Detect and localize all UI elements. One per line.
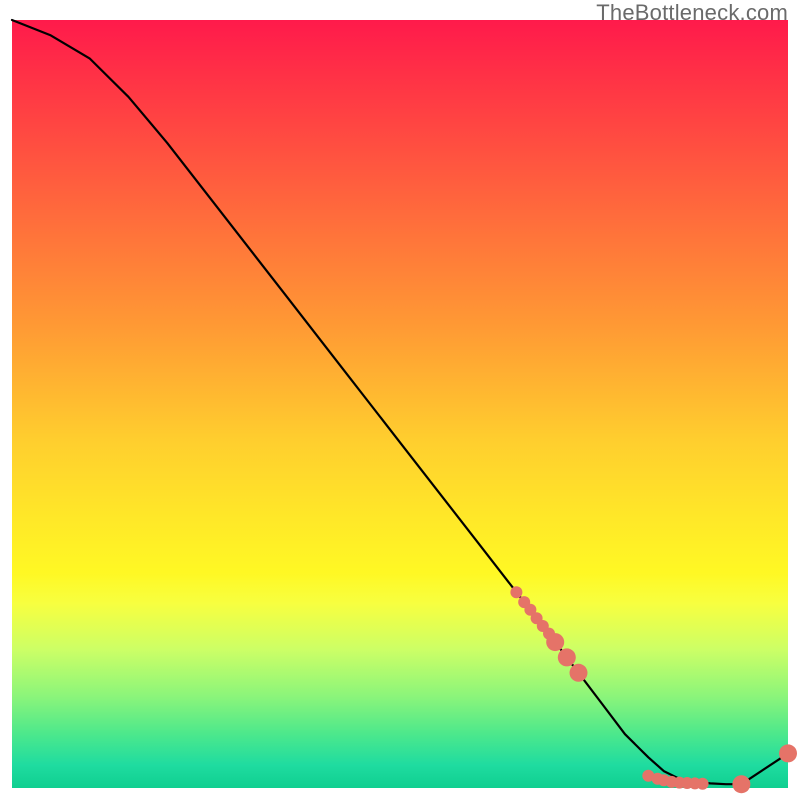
data-point-marker bbox=[779, 744, 797, 762]
data-point-marker bbox=[570, 664, 588, 682]
data-point-marker bbox=[546, 633, 564, 651]
bottleneck-curve-path bbox=[12, 20, 788, 784]
data-point-marker bbox=[697, 778, 709, 790]
chart-svg bbox=[0, 0, 800, 800]
curve-line bbox=[12, 20, 788, 784]
data-point-marker bbox=[732, 775, 750, 793]
data-point-marker bbox=[558, 648, 576, 666]
data-point-marker bbox=[510, 586, 522, 598]
chart-container: TheBottleneck.com bbox=[0, 0, 800, 800]
